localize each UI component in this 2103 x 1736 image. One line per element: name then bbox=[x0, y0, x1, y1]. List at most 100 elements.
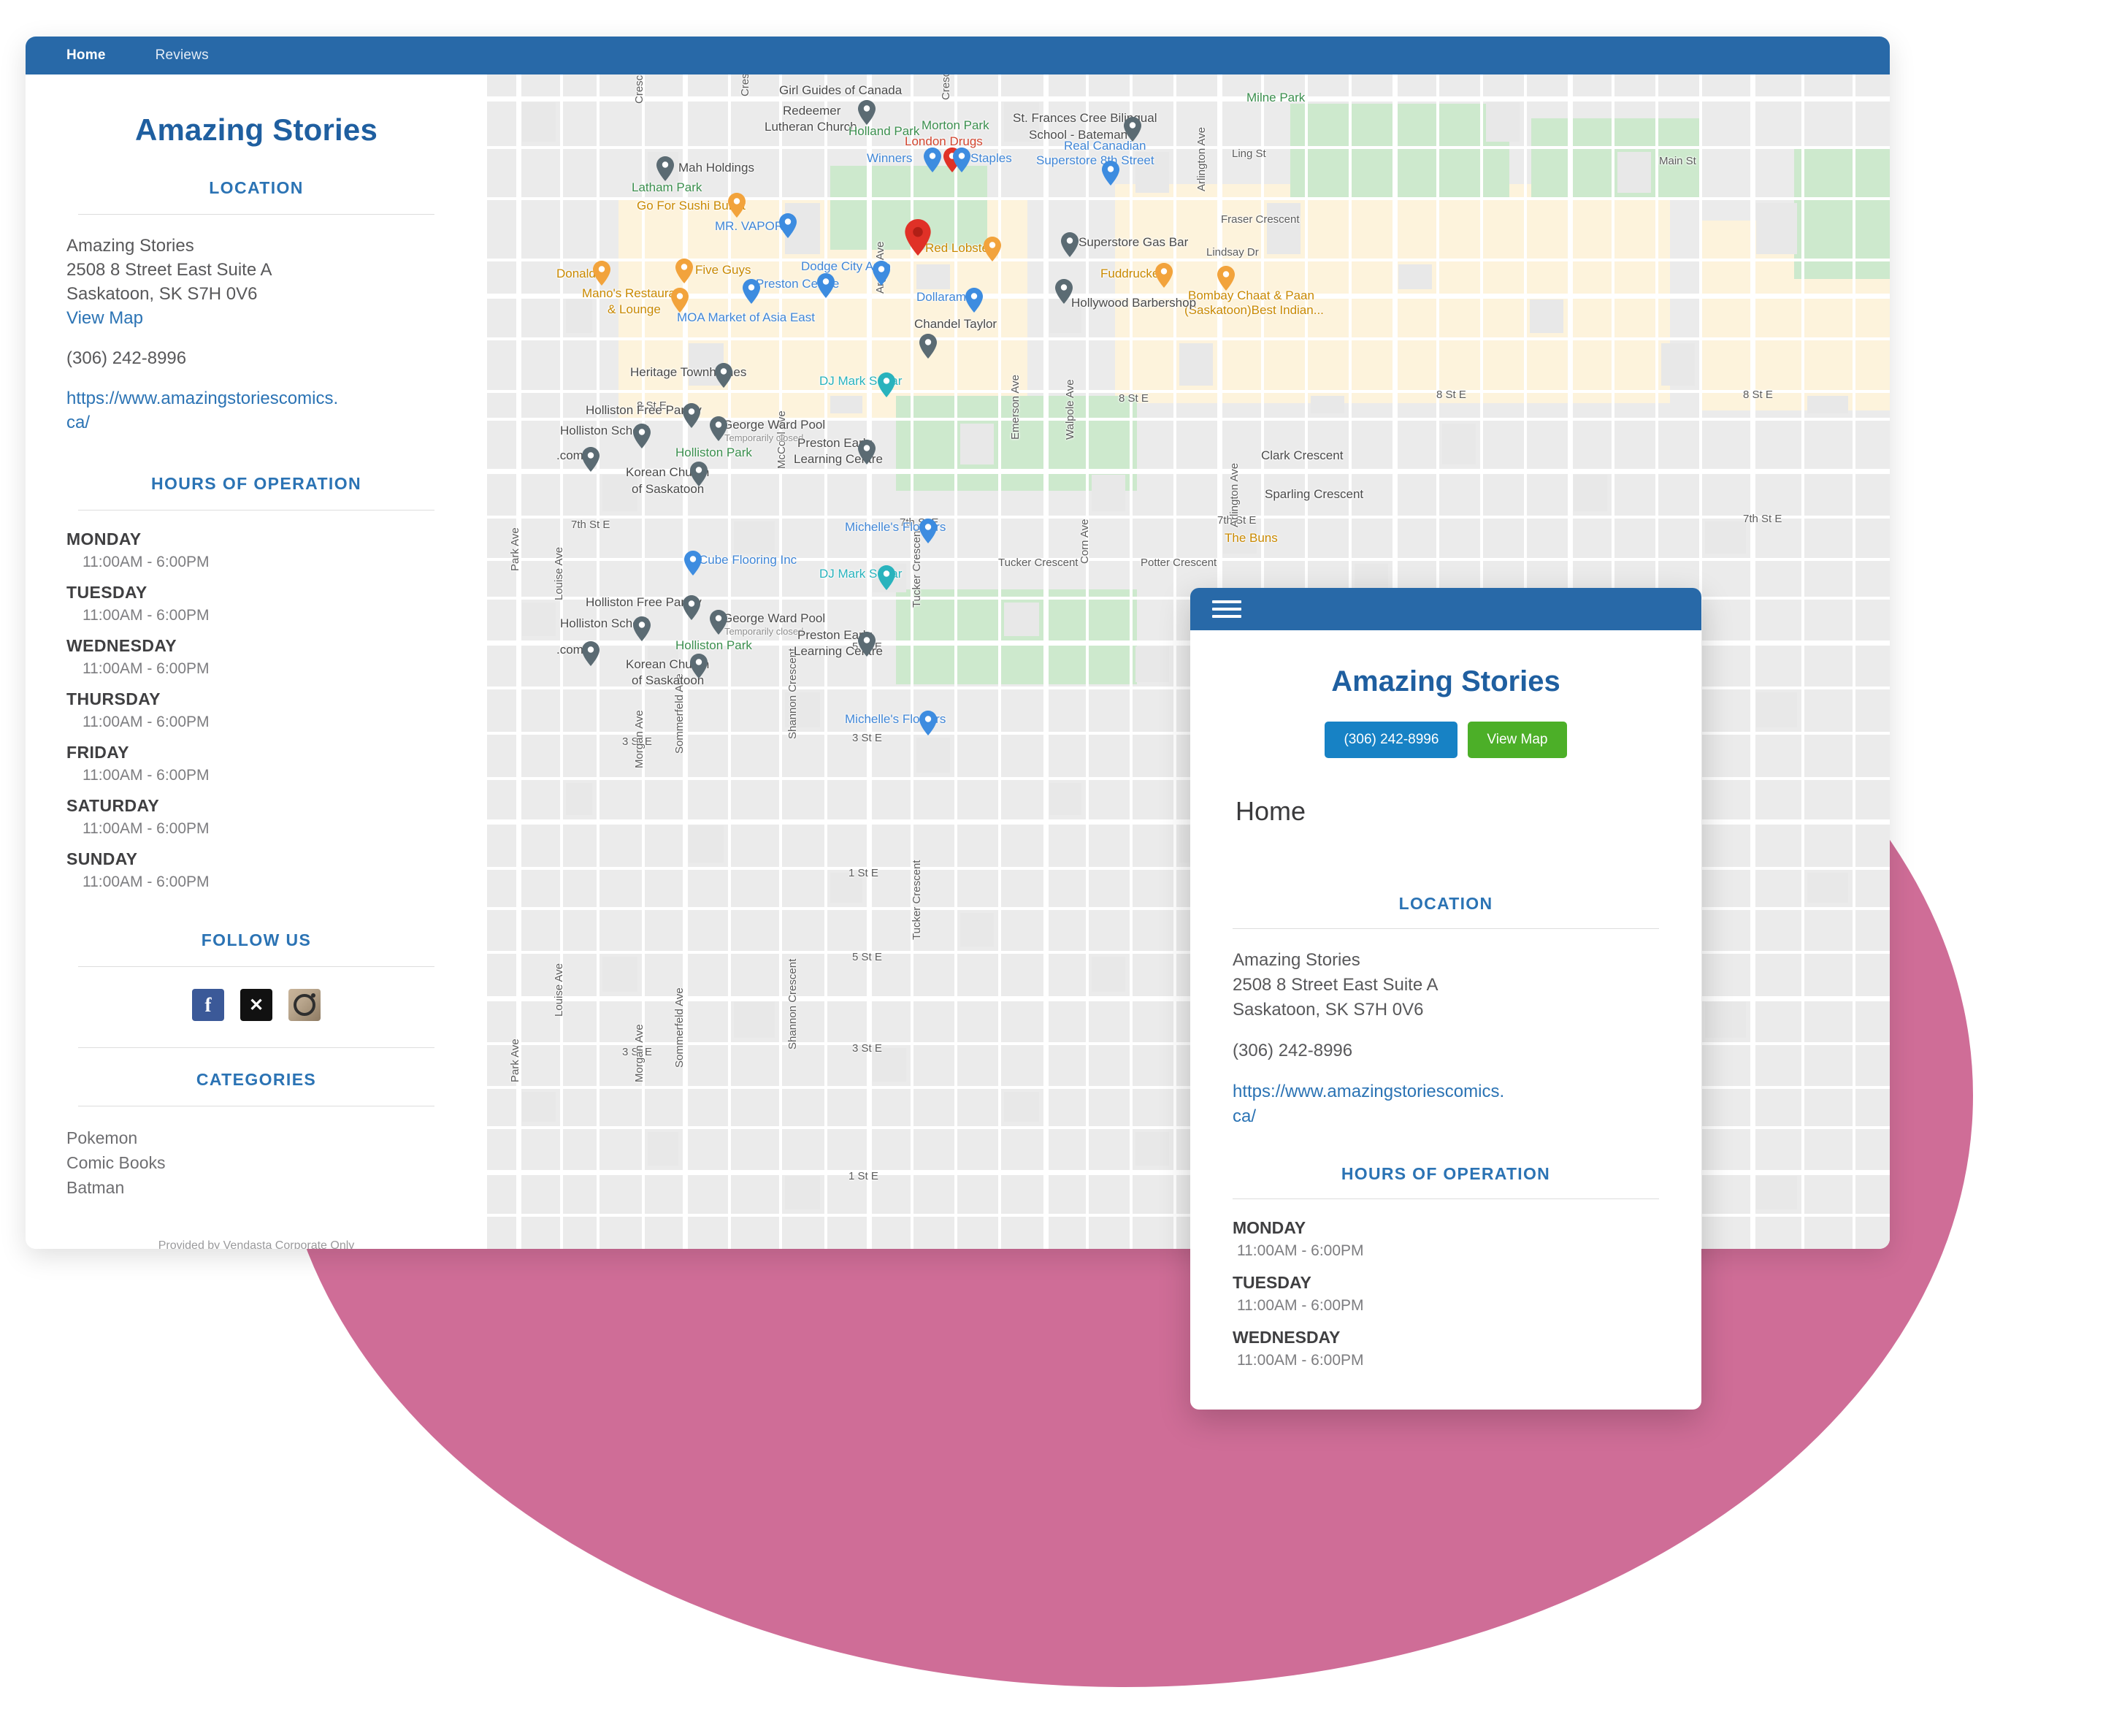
map-shape bbox=[1705, 521, 1746, 554]
map-shape bbox=[728, 74, 731, 1249]
divider bbox=[1233, 1198, 1659, 1199]
map-street-label: 7th St E bbox=[571, 519, 610, 531]
map-shape bbox=[1756, 1176, 1797, 1209]
map-shape bbox=[487, 469, 1890, 474]
desktop-sidebar: Amazing Stories LOCATION Amazing Stories… bbox=[26, 74, 487, 1249]
mobile-content: Amazing Stories (306) 242-8996 View Map … bbox=[1190, 630, 1701, 1369]
map-shape bbox=[1574, 475, 1607, 511]
hours-row: MONDAY 11:00AM - 6:00PM bbox=[66, 529, 210, 570]
footer-attribution: Provided by Vendasta Corporate Only bbox=[158, 1239, 355, 1249]
map-shape bbox=[1267, 203, 1301, 254]
hours-list: MONDAY 11:00AM - 6:00PM TUESDAY 11:00AM … bbox=[66, 529, 446, 891]
map-shape bbox=[998, 74, 1001, 1249]
mobile-location-street: 2508 8 Street East Suite A bbox=[1233, 975, 1439, 995]
map-shape bbox=[648, 646, 678, 682]
map-shape bbox=[830, 873, 862, 903]
map-shape bbox=[642, 74, 645, 1249]
mobile-hours-list: MONDAY 11:00AM - 6:00PM TUESDAY 11:00AM … bbox=[1233, 1218, 1659, 1369]
desktop-navbar: Home Reviews bbox=[26, 37, 1890, 74]
mobile-listing-card: Amazing Stories (306) 242-8996 View Map … bbox=[1190, 588, 1701, 1410]
view-map-link[interactable]: View Map bbox=[66, 306, 446, 330]
view-map-button[interactable]: View Map bbox=[1468, 722, 1567, 758]
map-shape bbox=[487, 337, 1890, 340]
mobile-website-link-line1[interactable]: https://www.amazingstoriescomics. bbox=[1233, 1079, 1659, 1104]
map-poi-label: Holliston School bbox=[560, 616, 649, 630]
map-poi-label: Staples bbox=[970, 151, 1012, 165]
map-shape bbox=[648, 152, 678, 193]
map-shape bbox=[487, 558, 1890, 561]
hours-heading: HOURS OF OPERATION bbox=[150, 474, 361, 493]
website-link-line1[interactable]: https://www.amazingstoriescomics. bbox=[66, 386, 446, 410]
tab-home[interactable]: Home bbox=[66, 47, 106, 64]
map-shape bbox=[1705, 1002, 1746, 1038]
x-twitter-icon[interactable]: ✕ bbox=[240, 989, 272, 1021]
map-street-label: 3 St E bbox=[622, 1046, 652, 1058]
map-shape bbox=[1398, 264, 1432, 289]
divider bbox=[78, 1047, 434, 1048]
list-item: Comic Books bbox=[66, 1153, 166, 1172]
map-shape bbox=[911, 74, 913, 1249]
location-street: 2508 8 Street East Suite A bbox=[66, 260, 272, 280]
tab-reviews[interactable]: Reviews bbox=[156, 47, 209, 64]
mobile-page-title: Amazing Stories bbox=[1331, 665, 1560, 697]
map-shape bbox=[1135, 646, 1169, 682]
hours-row: FRIDAY 11:00AM - 6:00PM bbox=[66, 743, 210, 784]
divider bbox=[1233, 928, 1659, 929]
map-pin-icon bbox=[690, 462, 708, 486]
hours-row: WEDNESDAY 11:00AM - 6:00PM bbox=[66, 636, 210, 677]
map-shape bbox=[522, 102, 556, 142]
map-street-label: Louise Ave bbox=[553, 546, 565, 600]
map-shape bbox=[1530, 299, 1563, 333]
map-street-label: Corn Ave bbox=[1079, 519, 1091, 564]
hamburger-menu-icon[interactable] bbox=[1212, 596, 1241, 622]
hours-row: TUESDAY 11:00AM - 6:00PM bbox=[1233, 1273, 1364, 1314]
map-shape bbox=[734, 521, 775, 554]
map-shape bbox=[1442, 424, 1476, 464]
follow-us-heading: FOLLOW US bbox=[201, 930, 312, 949]
map-shape bbox=[487, 516, 1890, 519]
location-phone[interactable]: (306) 242-8996 bbox=[66, 346, 446, 370]
website-link-line2[interactable]: ca/ bbox=[66, 410, 446, 435]
location-name: Amazing Stories bbox=[66, 236, 194, 256]
map-shape bbox=[566, 783, 592, 815]
mobile-location-phone[interactable]: (306) 242-8996 bbox=[1233, 1039, 1659, 1063]
map-shape bbox=[487, 146, 1890, 149]
map-shape bbox=[830, 166, 987, 250]
mobile-location-name: Amazing Stories bbox=[1233, 950, 1360, 970]
mobile-hours-heading: HOURS OF OPERATION bbox=[1341, 1164, 1551, 1183]
map-shape bbox=[954, 74, 957, 1249]
hours-row: SATURDAY 11:00AM - 6:00PM bbox=[66, 796, 210, 837]
location-heading: LOCATION bbox=[209, 178, 304, 197]
map-shape bbox=[487, 390, 1890, 393]
map-pin-icon bbox=[1102, 161, 1119, 186]
map-shape bbox=[1179, 343, 1213, 386]
hours-row: WEDNESDAY 11:00AM - 6:00PM bbox=[1233, 1328, 1364, 1369]
mobile-location-heading: LOCATION bbox=[1398, 894, 1493, 913]
map-poi-label: Temporarily closed bbox=[724, 626, 804, 637]
call-phone-button[interactable]: (306) 242-8996 bbox=[1325, 722, 1458, 758]
map-street-label: 3 St E bbox=[622, 735, 652, 748]
map-pin-icon bbox=[593, 261, 610, 286]
facebook-icon[interactable]: f bbox=[192, 989, 224, 1021]
mobile-website-link-line2[interactable]: ca/ bbox=[1233, 1104, 1659, 1129]
hours-row: TUESDAY 11:00AM - 6:00PM bbox=[66, 583, 210, 624]
map-poi-label: Redeemer bbox=[783, 104, 841, 118]
map-shape bbox=[785, 1176, 820, 1209]
map-shape bbox=[1807, 873, 1848, 903]
map-street-label: Shannon Crescent bbox=[786, 958, 799, 1049]
list-item: Pokemon bbox=[66, 1128, 138, 1147]
map-shape bbox=[1661, 343, 1695, 386]
map-shape bbox=[1043, 74, 1049, 1249]
instagram-icon[interactable] bbox=[288, 989, 321, 1021]
map-shape bbox=[867, 74, 872, 1249]
map-shape bbox=[1173, 74, 1176, 1249]
map-shape bbox=[873, 1048, 906, 1082]
map-poi-label: George Ward Pool bbox=[723, 611, 826, 625]
map-shape bbox=[689, 343, 724, 386]
map-shape bbox=[1092, 475, 1125, 511]
